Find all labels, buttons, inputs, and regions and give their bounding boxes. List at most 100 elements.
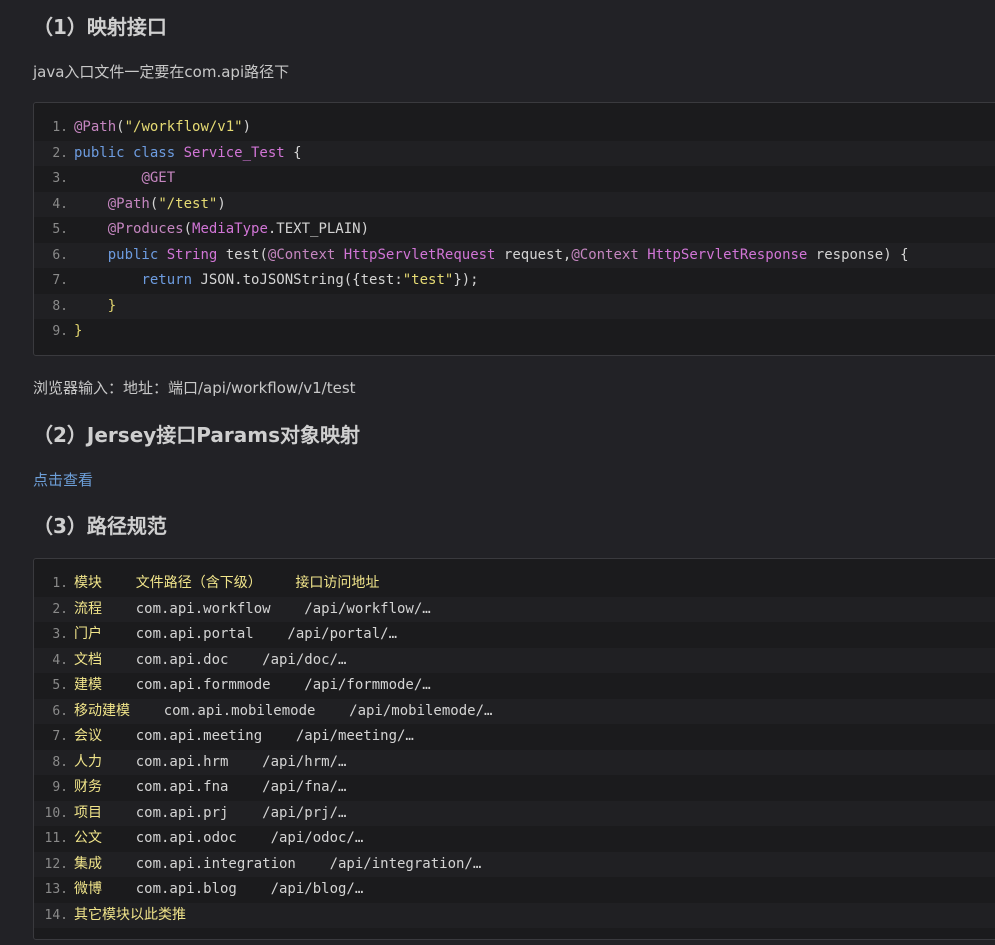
code-token: @Context [267,246,336,263]
code-line: 5. 建模 com.api.formmode /api/formmode/… [34,673,995,699]
code-line: 6. public String test(@Context HttpServl… [34,242,995,268]
code-token: test( [217,246,268,263]
line-number: 9. [52,780,68,795]
line-number: 9. [52,324,68,339]
code-token: "test" [402,272,454,288]
code-token: @GET [141,170,176,186]
code-token: } [107,297,117,314]
code-line: 2. 流程 com.api.workflow /api/workflow/… [34,596,995,622]
code-line: 1. 模块 文件路径（含下级） 接口访问地址 [34,571,995,597]
code-token: HttpServletRequest [343,246,496,263]
line-number: 8. [52,298,68,314]
code-line: 1. @Path("/workflow/v1") [34,115,995,141]
browser-input-text: 浏览器输入：地址：端口/api/workflow/v1/test [33,379,356,397]
code-token: public class [74,144,184,161]
code-text: 会议 com.api.meeting /api/meeting/… [74,728,414,744]
code-text: 移动建模 com.api.mobilemode /api/mobilemode/… [74,702,493,719]
code-line: 4. 文档 com.api.doc /api/doc/… [34,647,995,673]
line-number: 8. [52,754,68,770]
section-heading-mapping: （1）映射接口 [33,15,167,39]
code-text: 公文 com.api.odoc /api/odoc/… [74,830,364,846]
line-number: 11. [44,831,68,846]
line-number: 4. [52,196,68,212]
code-token: ( [183,221,193,237]
line-number: 2. [52,145,68,161]
code-line: 6. 移动建模 com.api.mobilemode /api/mobilemod… [34,698,995,724]
code-token: .TEXT_PLAIN) [267,221,370,237]
code-token: ) [217,195,226,212]
code-line: 13. 微博 com.api.blog /api/blog/… [34,877,995,903]
code-token: @Context [571,246,639,263]
code-text: 建模 com.api.formmode /api/formmode/… [74,677,431,693]
code-text: 集成 com.api.integration /api/integration/… [74,855,482,872]
line-number: 12. [44,856,68,872]
code-line: 14. 其它模块以此类推 [34,902,995,928]
code-text: public class Service_Test { [74,141,302,167]
code-text: return JSON.toJSONString({test:"test"}); [74,268,479,294]
intro-text: java入口文件一定要在com.api路径下 [33,63,290,81]
code-token: "/workflow/v1" [124,119,243,135]
code-token: MediaType [192,221,268,237]
line-number: 3. [52,171,68,186]
code-line: 10. 项目 com.api.prj /api/prj/… [34,800,995,826]
code-block-java[interactable]: 1. @Path("/workflow/v1") 2. public class Se… [33,102,995,356]
line-number: 10. [44,805,68,821]
code-token: @Path [107,195,150,212]
code-token: ( [116,119,125,135]
code-line: 7. return JSON.toJSONString({test:"test"… [34,268,995,294]
code-line: 2. public class Service_Test { [34,140,995,167]
code-text: 微博 com.api.blog /api/blog/… [74,881,364,897]
code-token: return [141,272,201,288]
code-token: request, [495,246,572,263]
code-block-path-spec[interactable]: 1. 模块 文件路径（含下级） 接口访问地址 2. 流程 com.api.workfl… [33,558,995,940]
code-line: 11. 公文 com.api.odoc /api/odoc/… [34,826,995,852]
line-number: 1. [52,120,68,135]
code-token: @Path [74,119,117,135]
line-number: 14. [44,907,68,923]
code-text: @Path("/test") [74,192,226,218]
code-token: HttpServletResponse [647,246,808,263]
code-line: 3. @GET [34,166,995,192]
line-number: 7. [52,273,68,288]
code-token: }); [453,272,479,288]
code-token: Service_Test [183,144,285,161]
line-number: 3. [52,627,68,642]
code-token: "/test" [158,195,218,212]
line-number: 5. [52,222,68,237]
code-line: 8. } [34,293,995,320]
code-token: String [166,246,218,263]
view-link[interactable]: 点击查看 [33,471,93,489]
code-token: JSON.toJSONString({test: [200,272,403,288]
line-number: 5. [52,678,68,693]
code-text: 财务 com.api.fna /api/fna/… [74,779,347,795]
code-text: } [74,294,116,320]
section-heading-jersey: （2）Jersey接口Params对象映射 [33,423,361,447]
code-line: 9. 财务 com.api.fna /api/fna/… [34,775,995,801]
code-token: { [284,144,302,161]
article-page: （1）映射接口 java入口文件一定要在com.api路径下 1. @Path("… [0,0,995,945]
code-text: @GET [74,166,175,192]
code-token: ) [242,119,252,135]
code-line: 3. 门户 com.api.portal /api/portal/… [34,622,995,648]
code-line: 9.} [34,319,995,345]
code-token: @Produces [107,221,184,237]
code-text: 门户 com.api.portal /api/portal/… [74,626,398,642]
code-line: 12. 集成 com.api.integration /api/integrati… [34,851,995,877]
code-text: @Path("/workflow/v1") [74,115,251,141]
line-number: 4. [52,652,68,668]
line-number: 6. [52,247,68,263]
code-line: 8. 人力 com.api.hrm /api/hrm/… [34,749,995,775]
line-number: 13. [44,882,68,897]
code-token: public [107,246,167,263]
line-number: 2. [52,601,68,617]
line-number: 7. [52,729,68,744]
code-text: @Produces(MediaType.TEXT_PLAIN) [74,217,369,243]
line-number: 6. [52,703,68,719]
code-text: 流程 com.api.workflow /api/workflow/… [74,600,431,617]
code-token: } [74,323,83,339]
